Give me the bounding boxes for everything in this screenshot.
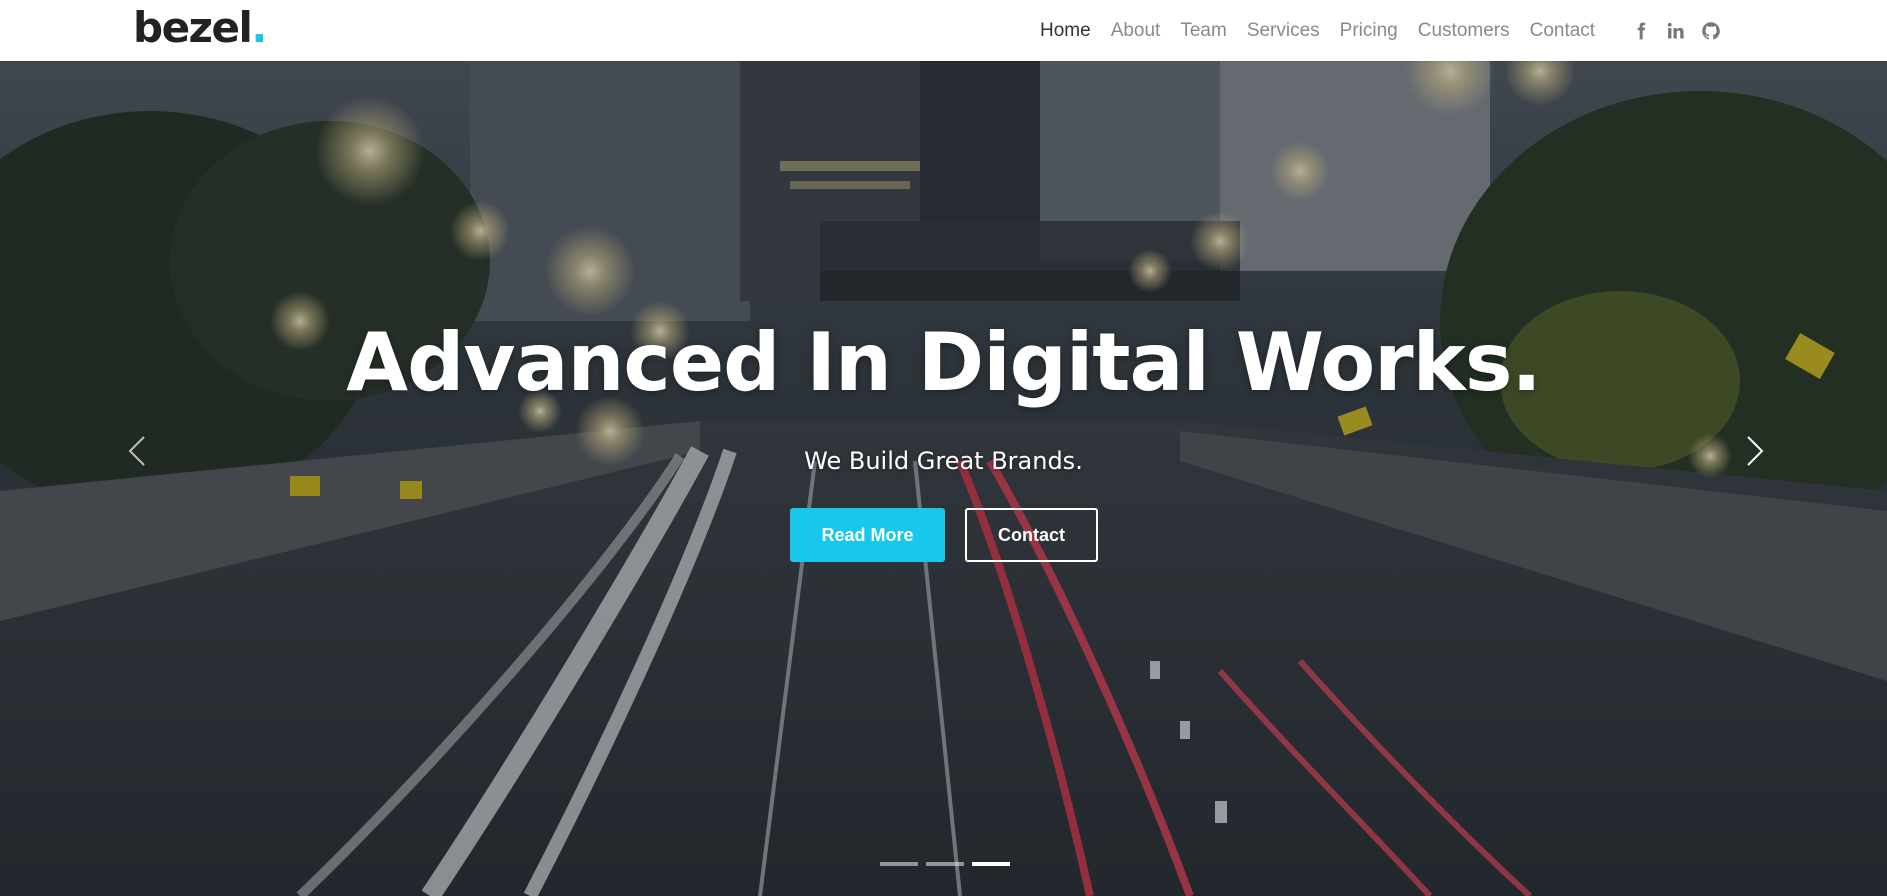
carousel-indicator-3[interactable]: [972, 862, 1010, 866]
read-more-button[interactable]: Read More: [790, 508, 945, 562]
hero-content: Advanced In Digital Works. We Build Grea…: [0, 61, 1887, 896]
carousel-prev-button[interactable]: [124, 431, 154, 471]
carousel-indicator-1[interactable]: [880, 862, 918, 866]
contact-button[interactable]: Contact: [965, 508, 1098, 562]
chevron-right-icon: [1747, 436, 1764, 466]
nav-item-contact[interactable]: Contact: [1530, 20, 1595, 42]
carousel-indicator-2[interactable]: [926, 862, 964, 866]
nav-item-services[interactable]: Services: [1247, 20, 1320, 42]
carousel-indicators: [880, 862, 1018, 866]
hero-subtitle: We Build Great Brands.: [804, 447, 1083, 475]
nav-item-about[interactable]: About: [1111, 20, 1161, 42]
carousel-next-button[interactable]: [1738, 431, 1768, 471]
nav-item-customers[interactable]: Customers: [1418, 20, 1510, 42]
linkedin-icon[interactable]: [1665, 20, 1687, 42]
social-links: [1630, 0, 1735, 61]
github-icon[interactable]: [1700, 20, 1722, 42]
nav-item-team[interactable]: Team: [1180, 20, 1226, 42]
nav-item-home[interactable]: Home: [1040, 20, 1091, 42]
chevron-left-icon: [128, 436, 145, 466]
main-nav: Home About Team Services Pricing Custome…: [1040, 0, 1615, 61]
brand-name: bezel: [133, 3, 253, 52]
brand-dot: .: [251, 3, 267, 52]
hero-carousel: Advanced In Digital Works. We Build Grea…: [0, 61, 1887, 896]
navbar: bezel. Home About Team Services Pricing …: [0, 0, 1887, 61]
hero-title: Advanced In Digital Works.: [346, 316, 1542, 409]
facebook-icon[interactable]: [1630, 20, 1652, 42]
nav-item-pricing[interactable]: Pricing: [1340, 20, 1398, 42]
brand-logo[interactable]: bezel.: [133, 3, 267, 53]
